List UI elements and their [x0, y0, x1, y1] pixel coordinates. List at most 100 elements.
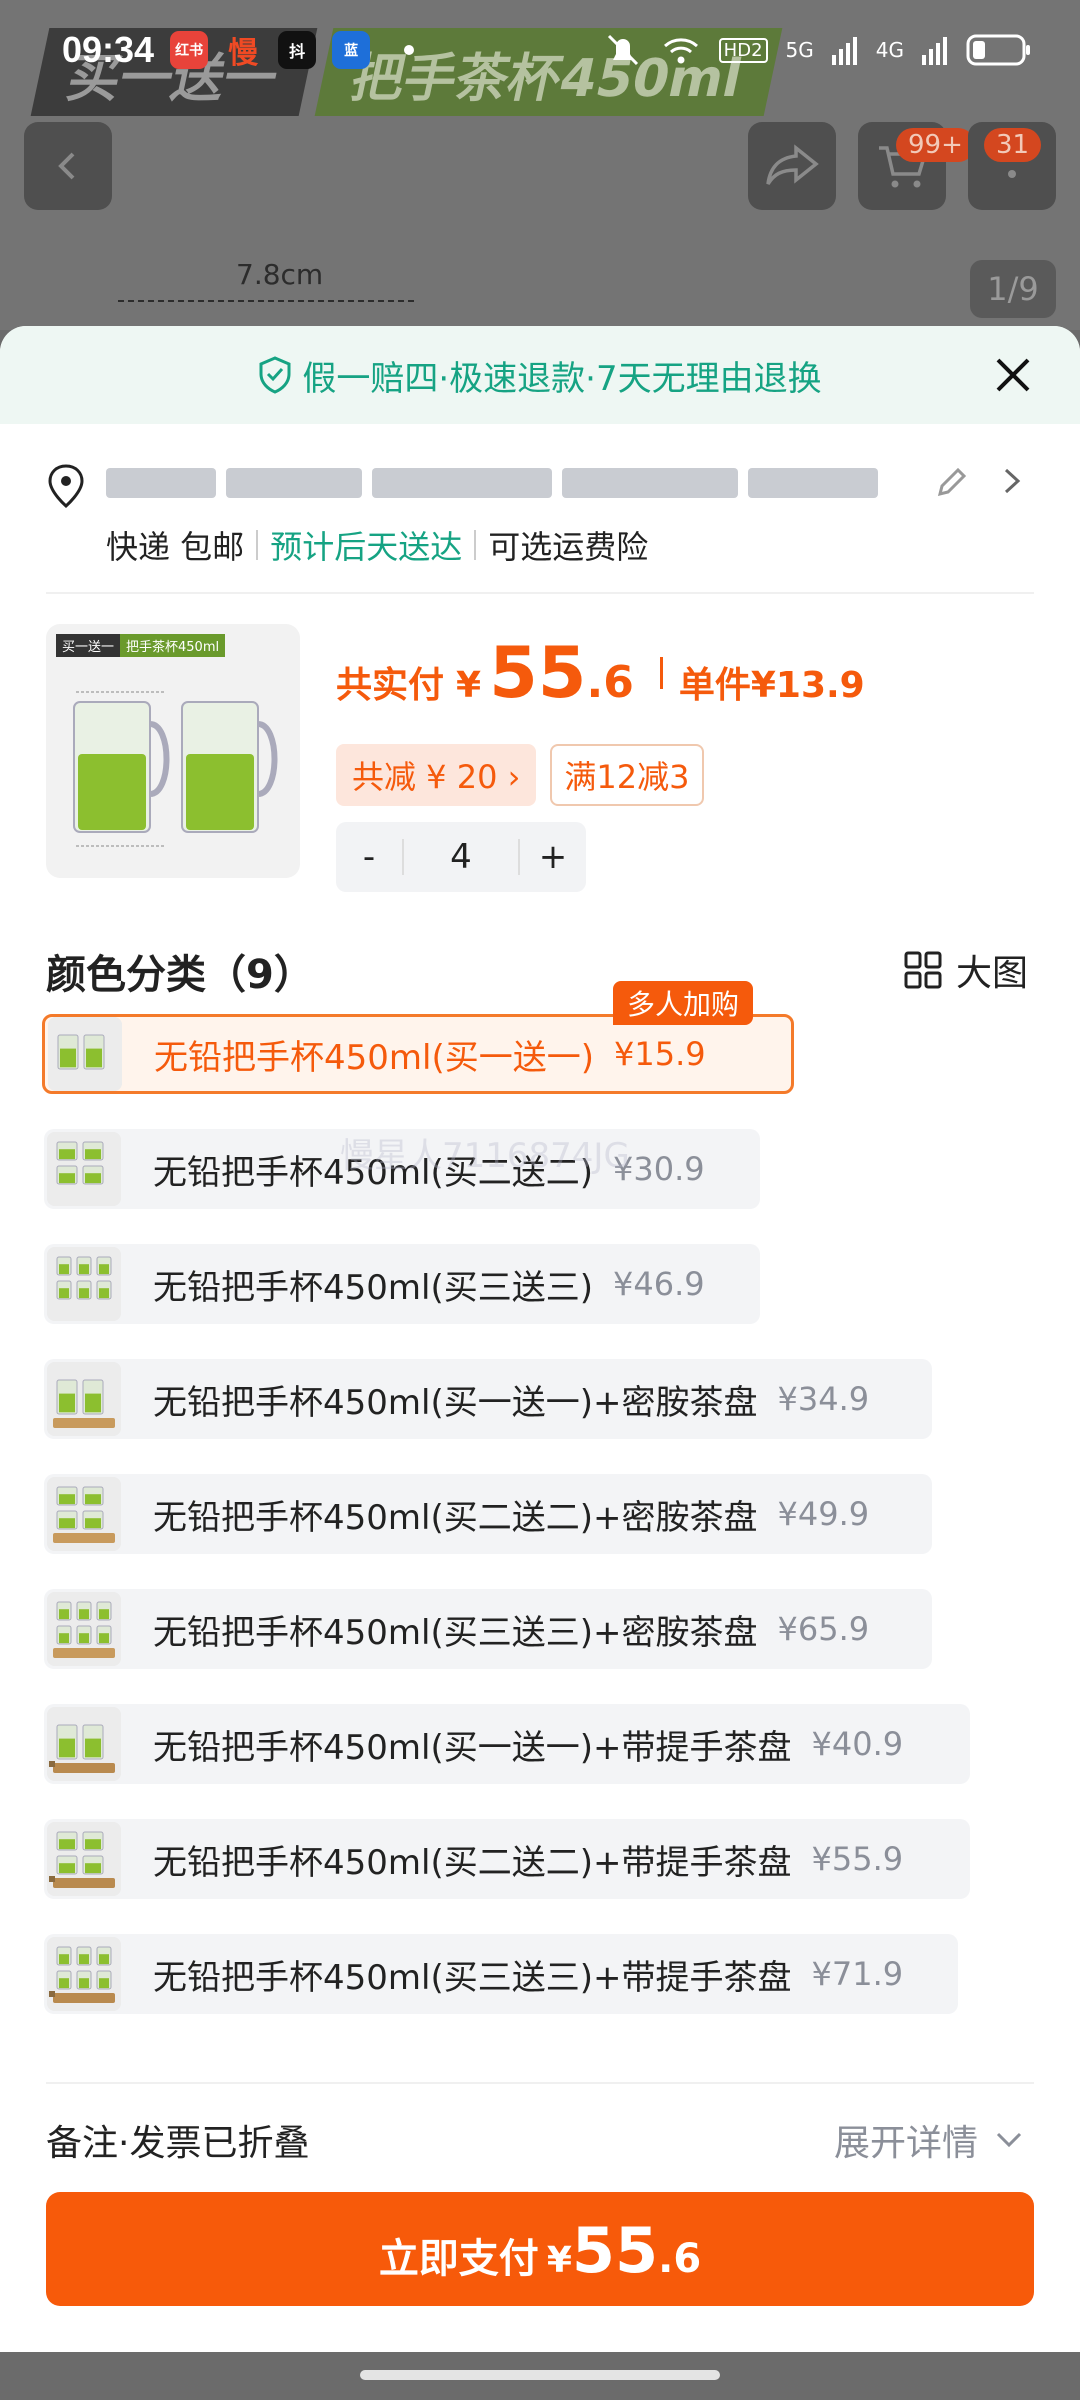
pay-currency: ¥: [546, 2240, 572, 2281]
shield-check-icon: [259, 356, 291, 394]
variant-option[interactable]: 无铅把手杯450ml(买一送一)+带提手茶盘 ¥40.9: [44, 1704, 970, 1784]
location-pin-icon: [48, 464, 84, 508]
shipping-insurance-option[interactable]: 可选运费险: [488, 522, 648, 568]
total-price-int: 55: [489, 632, 587, 714]
quantity-value[interactable]: 4: [402, 839, 520, 875]
address-section[interactable]: 快递 包邮 预计后天送达 可选运费险: [46, 424, 1034, 594]
big-image-label: 大图: [955, 953, 1028, 994]
home-indicator[interactable]: [360, 2370, 720, 2380]
pay-amount-dec: .6: [658, 2236, 702, 2282]
edit-icon[interactable]: [932, 462, 972, 502]
promo-chip: 满12减3: [550, 744, 704, 806]
quantity-decrease-button[interactable]: -: [336, 837, 402, 877]
blue-app-icon: 蓝: [332, 31, 371, 69]
big-image-toggle[interactable]: 大图: [904, 944, 1028, 996]
divider: [659, 657, 663, 689]
discount-chip[interactable]: 共减 ¥ 20 ›: [336, 744, 537, 806]
variant-price: ¥55.9: [811, 1840, 904, 1878]
battery-icon: [966, 34, 1030, 66]
pay-now-button[interactable]: 立即支付 ¥ 55 .6: [46, 2192, 1034, 2306]
notification-dot: [404, 45, 415, 55]
variant-name: 无铅把手杯450ml(买一送一): [154, 1037, 594, 1078]
quantity-increase-button[interactable]: +: [520, 837, 586, 877]
variant-price: ¥34.9: [777, 1380, 870, 1418]
signal-icon-2: [922, 37, 947, 65]
dimension-label: 7.8cm: [236, 258, 324, 291]
app-icon-text-1: 红书: [175, 43, 204, 59]
app-icon-text-4: 蓝: [344, 43, 359, 59]
variant-option[interactable]: 无铅把手杯450ml(买二送二)+带提手茶盘 ¥55.9: [44, 1819, 970, 1899]
ship-method: 快递 包邮: [106, 528, 245, 566]
hd-label: HD2: [718, 37, 768, 63]
back-icon: [58, 152, 75, 180]
address-redacted: [106, 468, 878, 498]
promo-chips: 共减 ¥ 20 › 满12减3: [336, 744, 704, 806]
network-5g-label: 5G: [785, 38, 814, 62]
quantity-stepper: - 4 +: [336, 822, 586, 892]
mug-pair-image: [73, 691, 278, 847]
status-time: 09:34: [62, 29, 155, 70]
chevron-right-icon: [1004, 468, 1021, 494]
share-icon: [766, 144, 819, 185]
tiktok-app-icon: 抖: [278, 31, 317, 69]
app-icon-text-3: 抖: [289, 42, 306, 61]
variant-option[interactable]: 无铅把手杯450ml(买一送一)+密胺茶盘 ¥34.9: [44, 1359, 932, 1439]
variant-option[interactable]: 无铅把手杯450ml(买一送一) ¥15.9 多人加购: [42, 981, 794, 1094]
guarantee-bar: 假一赔四·极速退款·7天无理由退换: [0, 326, 1080, 424]
variant-price: ¥15.9: [614, 1035, 706, 1073]
total-price-dec: .6: [586, 657, 634, 708]
variant-section-header: 颜色分类（9） 大图: [46, 914, 1034, 1024]
variant-price: ¥71.9: [811, 1955, 904, 1993]
divider: [474, 530, 477, 560]
variant-name: 无铅把手杯450ml(买二送二)+密胺茶盘: [153, 1497, 758, 1538]
status-icons: HD2 5G 4G: [603, 30, 1032, 70]
price-summary: 共实付 ¥ 55 .6 单件¥13.9: [336, 632, 865, 714]
variant-thumbnail-icon: [47, 1132, 121, 1206]
mute-bell-icon: [607, 34, 638, 66]
pay-label: 立即支付: [378, 2236, 539, 2282]
divider: [256, 530, 259, 560]
status-bar: 09:34 红书 慢 抖 蓝 HD2 5G 4G: [0, 0, 1080, 100]
total-label: 共实付: [336, 665, 445, 706]
man-app-icon: 慢: [228, 36, 259, 71]
expand-details-button[interactable]: 展开详情: [834, 2114, 1024, 2166]
guarantee-text: 假一赔四·极速退款·7天无理由退换: [302, 358, 822, 399]
variant-option[interactable]: 无铅把手杯450ml(买三送三)+密胺茶盘 ¥65.9: [44, 1589, 932, 1669]
variant-name: 无铅把手杯450ml(买三送三)+密胺茶盘: [153, 1612, 758, 1653]
variant-thumbnail-icon: [47, 1477, 121, 1551]
variant-price: ¥46.9: [613, 1265, 705, 1303]
pay-amount-int: 55: [571, 2214, 659, 2287]
variant-thumbnail-icon: [47, 1822, 121, 1896]
variant-thumbnail-icon: [47, 1592, 121, 1666]
shipping-info: 快递 包邮 预计后天送达 可选运费险: [106, 522, 648, 568]
network-4g-label: 4G: [875, 38, 904, 62]
notes-row: 备注·发票已折叠 展开详情: [46, 2082, 1034, 2172]
close-icon[interactable]: [988, 350, 1038, 400]
currency-symbol: ¥: [456, 665, 482, 706]
watermark: 慢星人7116874JG: [340, 1136, 630, 1176]
variant-option[interactable]: 无铅把手杯450ml(买三送三)+带提手茶盘 ¥71.9: [44, 1934, 958, 2014]
xiaohongshu-app-icon: 红书: [170, 31, 209, 69]
variant-section-title: 颜色分类（9）: [46, 952, 314, 998]
variant-name: 无铅把手杯450ml(买一送一)+密胺茶盘: [153, 1382, 758, 1423]
delivery-estimate: 预计后天送达: [270, 528, 463, 566]
signal-icon-1: [831, 37, 857, 65]
cart-badge: 99+: [896, 128, 975, 162]
variant-name: 无铅把手杯450ml(买二送二)+带提手茶盘: [153, 1842, 792, 1883]
message-badge: 31: [984, 128, 1042, 162]
variant-option[interactable]: 无铅把手杯450ml(买二送二)+密胺茶盘 ¥49.9: [44, 1474, 932, 1554]
product-summary: 买一送一 把手茶杯450ml 共实付 ¥ 55 .6 单件¥13.9 共减 ¥ …: [46, 594, 1034, 914]
product-thumbnail[interactable]: 买一送一 把手茶杯450ml: [46, 624, 300, 878]
variant-thumbnail-icon: [48, 1017, 122, 1091]
variant-price: ¥40.9: [811, 1725, 904, 1763]
variant-price: ¥49.9: [777, 1495, 870, 1533]
wifi-icon: [663, 38, 698, 64]
variant-name: 无铅把手杯450ml(买三送三)+带提手茶盘: [153, 1957, 792, 1998]
popular-tag: 多人加购: [613, 981, 754, 1025]
back-button[interactable]: [24, 122, 112, 210]
variant-price: ¥65.9: [777, 1610, 870, 1648]
notes-label: 备注·发票已折叠: [46, 2123, 310, 2164]
share-button[interactable]: [748, 122, 836, 210]
system-nav-bar: [0, 2352, 1080, 2400]
variant-option[interactable]: 无铅把手杯450ml(买三送三) ¥46.9: [44, 1244, 760, 1324]
